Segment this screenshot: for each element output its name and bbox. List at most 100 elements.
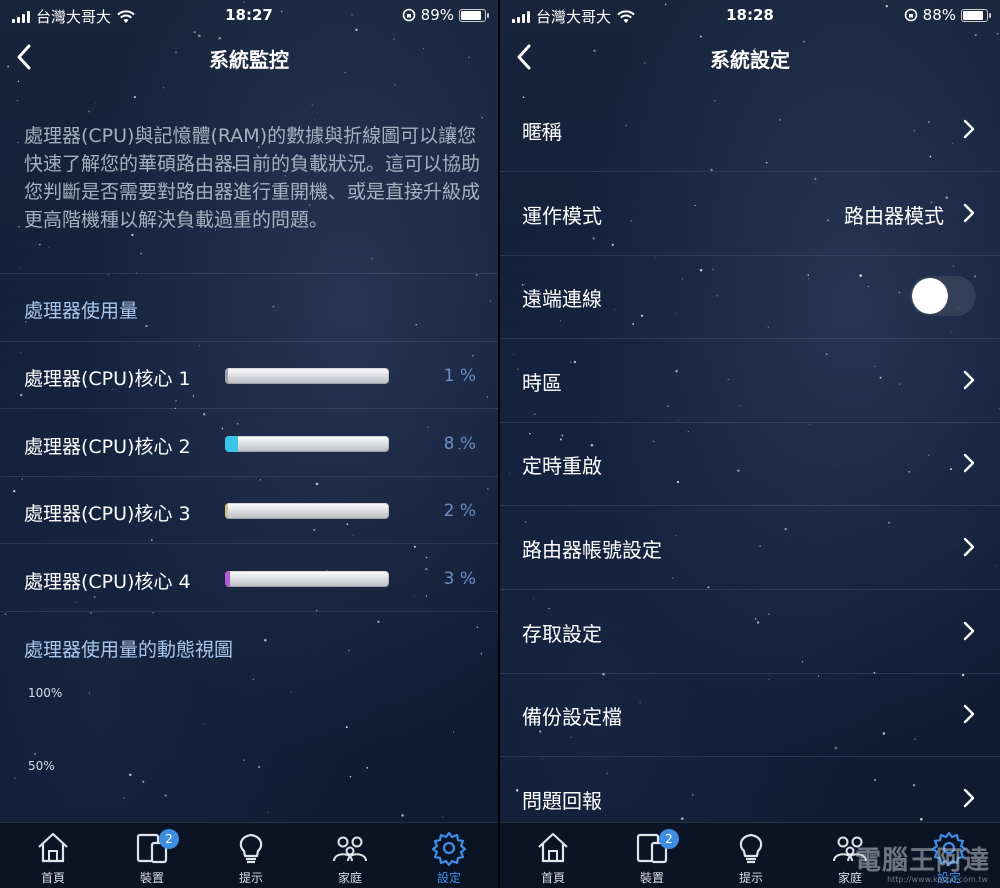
chevron-right-icon bbox=[963, 788, 975, 807]
tab-label: 首頁 bbox=[540, 871, 565, 885]
star bbox=[162, 87, 165, 89]
cpu-usage-bar bbox=[225, 368, 389, 384]
setting-label: 路由器帳號設定 bbox=[522, 538, 662, 562]
setting-row-remote-connection[interactable]: 遠端連線 bbox=[500, 255, 1000, 340]
tab-bar: 首頁 裝置 2 提示 家庭 設定 bbox=[0, 822, 498, 888]
monitor-description: 處理器(CPU)與記憶體(RAM)的數據與折線圖可以讓您快速了解您的華碩路由器目… bbox=[24, 125, 481, 231]
nav-bar: 系統監控 bbox=[0, 36, 498, 80]
star bbox=[152, 611, 154, 614]
star bbox=[394, 84, 396, 86]
setting-row-scheduled-reboot[interactable]: 定時重啟 bbox=[500, 422, 1000, 507]
star bbox=[476, 626, 479, 628]
cpu-core-row: 處理器(CPU)核心 3 2 % bbox=[0, 477, 498, 544]
tab-gear[interactable]: 設定 bbox=[414, 829, 484, 885]
status-bar: 台灣大哥大 18:28 88% bbox=[500, 0, 1000, 32]
tab-lightbulb[interactable]: 提示 bbox=[716, 829, 786, 885]
chart-tick-50: 50% bbox=[28, 759, 55, 773]
chevron-right-icon bbox=[963, 537, 975, 557]
chevron-right-icon bbox=[963, 370, 975, 389]
star bbox=[453, 731, 455, 733]
family-icon bbox=[315, 829, 385, 867]
star bbox=[88, 110, 91, 113]
cpu-usage-bar bbox=[225, 435, 389, 452]
setting-label: 定時重啟 bbox=[522, 454, 602, 479]
star bbox=[267, 811, 269, 813]
cpu-usage-fill bbox=[225, 368, 229, 384]
star bbox=[35, 244, 37, 246]
chart-tick-100: 100% bbox=[28, 686, 63, 700]
setting-row-nickname[interactable]: 暱稱 bbox=[500, 88, 1000, 172]
toggle-knob bbox=[912, 278, 948, 315]
cpu-core-label: 處理器(CPU)核心 1 bbox=[24, 368, 191, 390]
cpu-usage-percent: 2 % bbox=[443, 501, 476, 521]
star bbox=[349, 775, 352, 778]
star bbox=[415, 323, 418, 326]
cpu-core-label: 處理器(CPU)核心 3 bbox=[24, 503, 191, 525]
star bbox=[140, 252, 143, 255]
star bbox=[123, 797, 125, 800]
star bbox=[311, 104, 313, 106]
status-bar: 台灣大哥大 18:27 89% bbox=[0, 0, 498, 32]
star bbox=[490, 300, 492, 302]
setting-value: 路由器模式 bbox=[844, 203, 944, 228]
setting-row-router-account[interactable]: 路由器帳號設定 bbox=[500, 506, 1000, 590]
tab-label: 家庭 bbox=[337, 871, 362, 885]
star bbox=[290, 691, 293, 693]
page-title: 系統設定 bbox=[710, 48, 790, 72]
star bbox=[95, 102, 97, 104]
star bbox=[481, 117, 483, 119]
tab-lightbulb[interactable]: 提示 bbox=[216, 829, 286, 885]
star bbox=[442, 816, 444, 818]
star bbox=[4, 613, 7, 615]
chevron-right-icon bbox=[963, 704, 975, 724]
star bbox=[345, 726, 348, 729]
cpu-core-label: 處理器(CPU)核心 2 bbox=[24, 435, 191, 458]
chevron-right-icon bbox=[963, 203, 975, 222]
setting-label: 遠端連線 bbox=[522, 287, 602, 312]
orientation-lock-icon bbox=[402, 8, 415, 22]
home-icon bbox=[518, 829, 588, 867]
tab-label: 提示 bbox=[738, 871, 763, 885]
star bbox=[243, 759, 245, 762]
chevron-right-icon bbox=[963, 621, 975, 640]
cpu-core-row: 處理器(CPU)核心 2 8 % bbox=[0, 410, 498, 477]
star bbox=[142, 780, 145, 783]
tab-home[interactable]: 首頁 bbox=[18, 829, 88, 885]
battery-icon bbox=[459, 8, 489, 22]
battery-fill bbox=[963, 10, 983, 20]
tab-label: 設定 bbox=[436, 871, 461, 885]
cpu-usage-fill bbox=[225, 503, 229, 519]
star bbox=[38, 243, 41, 246]
star bbox=[145, 324, 148, 328]
star bbox=[14, 777, 16, 779]
star bbox=[129, 773, 132, 777]
setting-row-access-settings[interactable]: 存取設定 bbox=[500, 590, 1000, 674]
nav-bar: 系統設定 bbox=[500, 36, 1000, 80]
tab-devices[interactable]: 裝置 2 bbox=[117, 829, 187, 885]
gear-icon bbox=[414, 829, 484, 867]
setting-label: 運作模式 bbox=[522, 203, 602, 228]
lightbulb-icon bbox=[216, 829, 286, 867]
star bbox=[108, 274, 109, 276]
cpu-usage-percent: 1 % bbox=[443, 366, 476, 386]
star bbox=[348, 649, 350, 652]
tab-home[interactable]: 首頁 bbox=[518, 829, 588, 885]
system-settings-screen: 台灣大哥大 18:28 88% 系統設定 暱稱運作模式 路由器模式遠端連線時區定時… bbox=[500, 0, 1000, 888]
star bbox=[371, 257, 373, 260]
remote-connection-toggle[interactable] bbox=[910, 276, 976, 317]
tab-family[interactable]: 家庭 bbox=[315, 829, 385, 885]
setting-row-operation-mode[interactable]: 運作模式 路由器模式 bbox=[500, 172, 1000, 256]
tab-label: 提示 bbox=[238, 871, 263, 885]
setting-row-time-zone[interactable]: 時區 bbox=[500, 339, 1000, 423]
notification-badge: 2 bbox=[659, 829, 679, 849]
cpu-usage-percent: 3 % bbox=[443, 568, 476, 589]
page-title: 系統監控 bbox=[209, 48, 289, 72]
star bbox=[252, 678, 255, 681]
star bbox=[264, 638, 267, 642]
tab-devices[interactable]: 裝置 2 bbox=[617, 829, 687, 885]
star bbox=[17, 80, 20, 83]
star bbox=[257, 765, 261, 769]
setting-row-backup-config[interactable]: 備份設定檔 bbox=[500, 673, 1000, 758]
cpu-chart-heading: 處理器使用量的動態視圖 bbox=[24, 639, 234, 661]
star bbox=[203, 723, 205, 725]
